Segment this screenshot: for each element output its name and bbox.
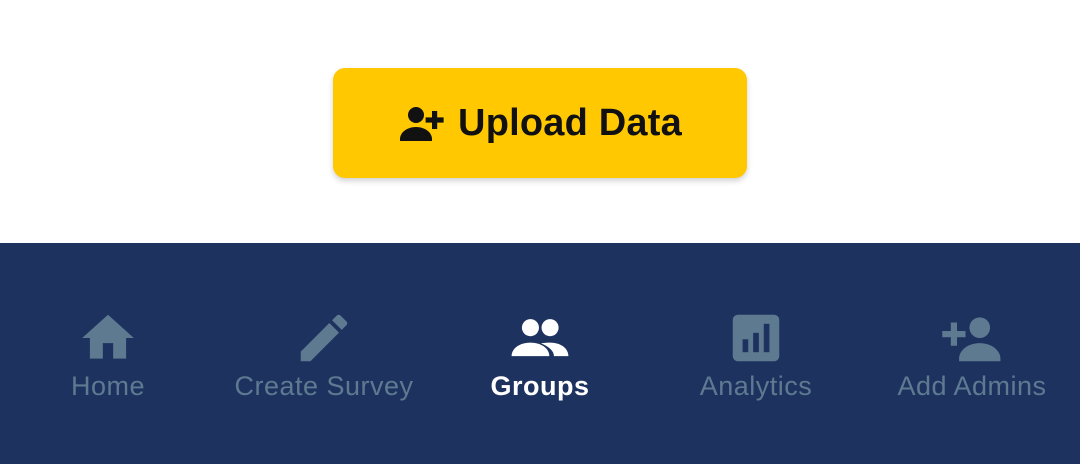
pencil-icon xyxy=(293,307,355,369)
home-icon xyxy=(77,307,139,369)
person-add-icon xyxy=(941,307,1003,369)
upload-data-button[interactable]: Upload Data xyxy=(333,68,747,178)
nav-item-add-admins[interactable]: Add Admins xyxy=(864,243,1080,464)
upload-data-label: Upload Data xyxy=(458,101,682,144)
nav-item-label: Analytics xyxy=(699,371,813,401)
nav-item-label: Add Admins xyxy=(897,371,1047,401)
nav-item-analytics[interactable]: Analytics xyxy=(648,243,864,464)
nav-item-groups[interactable]: Groups xyxy=(432,243,648,464)
nav-item-label: Groups xyxy=(490,371,590,401)
nav-item-label: Home xyxy=(70,371,146,401)
groups-icon xyxy=(509,307,571,369)
nav-item-create-survey[interactable]: Create Survey xyxy=(216,243,432,464)
nav-item-label: Create Survey xyxy=(234,371,414,401)
analytics-icon xyxy=(725,307,787,369)
person-add-icon xyxy=(398,99,446,147)
nav-item-home[interactable]: Home xyxy=(0,243,216,464)
main-content: Upload Data xyxy=(0,0,1080,243)
bottom-navigation: Home Create Survey Groups Analytics Add … xyxy=(0,243,1080,464)
